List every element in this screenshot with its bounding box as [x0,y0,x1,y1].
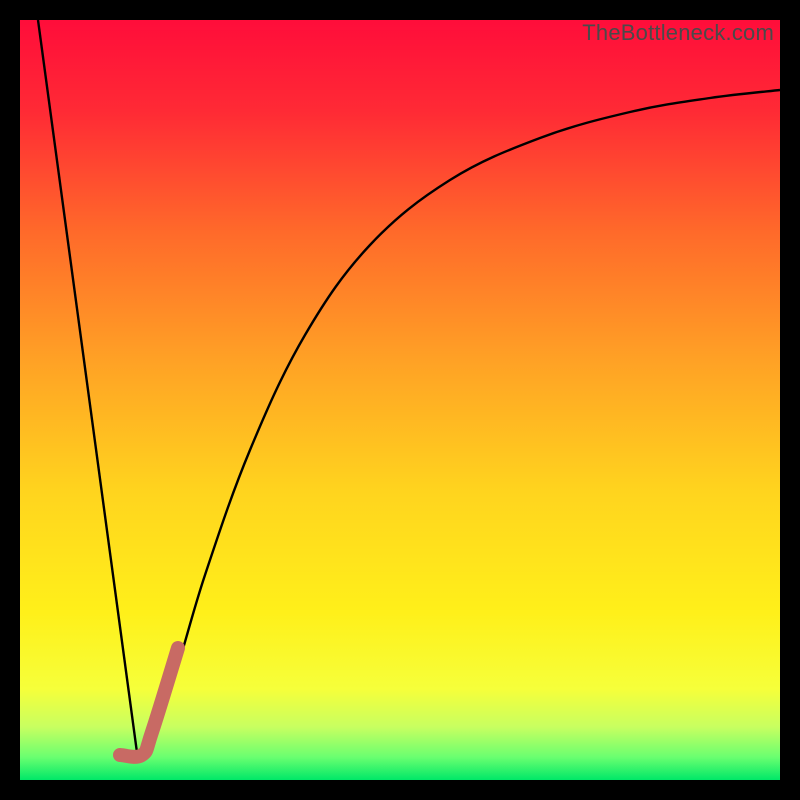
series-right-rise-curve [138,90,780,760]
series-left-descent [38,20,138,760]
curve-layer [20,20,780,780]
chart-stage: TheBottleneck.com [0,0,800,800]
plot-area: TheBottleneck.com [20,20,780,780]
series-marker-j-stroke [120,648,178,757]
